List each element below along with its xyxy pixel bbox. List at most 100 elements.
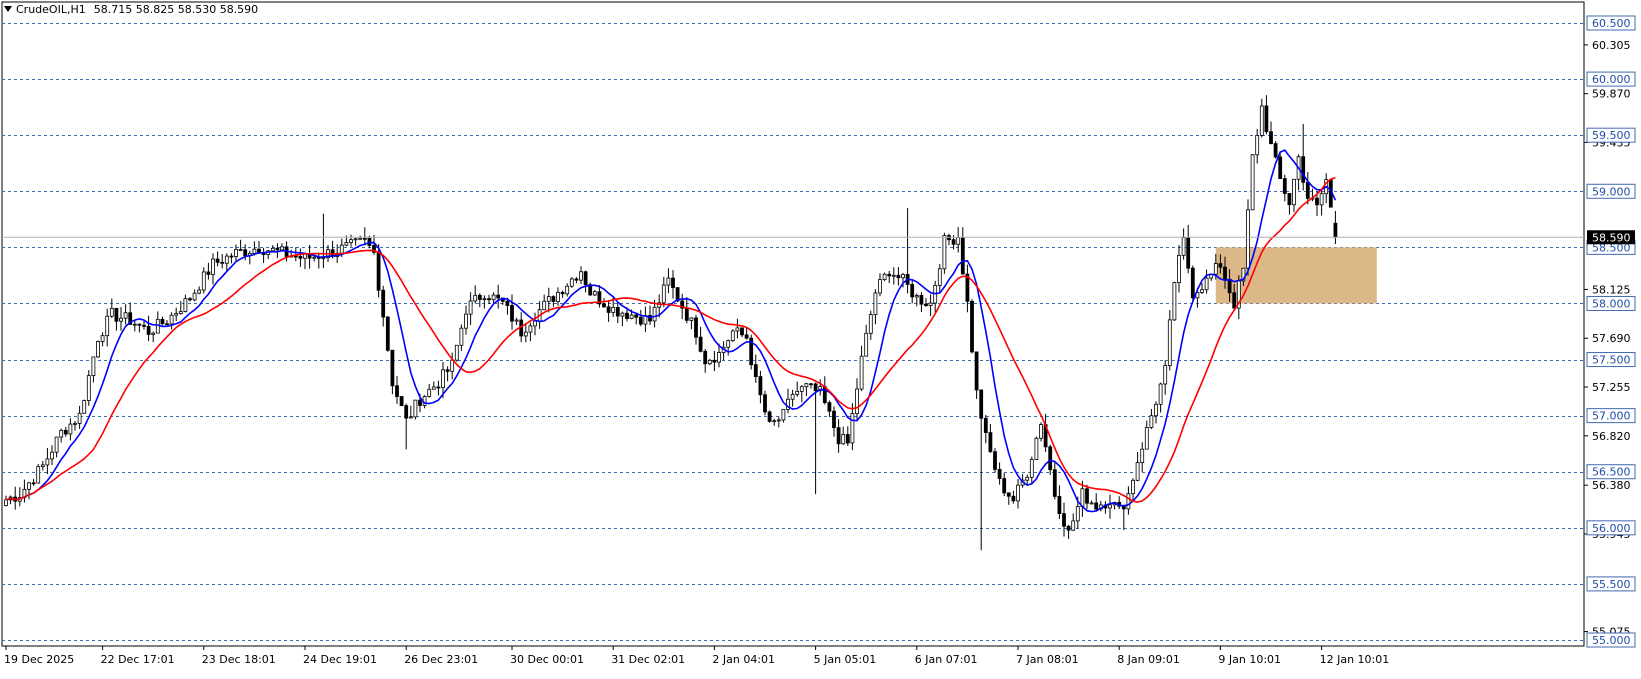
candle-body (68, 423, 73, 435)
x-tick-label: 22 Dec 17:01 (101, 653, 175, 666)
candle-body (1301, 156, 1306, 183)
x-tick-label: 24 Dec 19:01 (303, 653, 377, 666)
candle-body (983, 417, 988, 433)
candle-body (404, 405, 409, 419)
x-tick-label: 30 Dec 00:01 (510, 653, 584, 666)
candle-body (629, 314, 634, 319)
candle-body (59, 429, 64, 438)
candle-body (468, 300, 473, 315)
candle-body (1085, 488, 1089, 504)
candle-body (776, 419, 781, 422)
candle-body (919, 295, 924, 305)
candle-body (1144, 427, 1149, 450)
candle-body (473, 294, 478, 302)
candle-body (546, 296, 551, 302)
x-tick-label: 6 Jan 07:01 (915, 653, 978, 666)
candle-body (1131, 479, 1135, 495)
candle-body (638, 316, 643, 325)
candle-body (96, 341, 100, 358)
x-tick-label: 7 Jan 08:01 (1016, 653, 1079, 666)
x-tick-label: 9 Jan 10:01 (1218, 653, 1281, 666)
candle-body (344, 242, 349, 246)
candle-body (229, 255, 234, 258)
candle-body (1016, 484, 1020, 502)
candle-body (86, 375, 91, 402)
candle-body (836, 427, 841, 445)
candle-body (431, 386, 436, 390)
candle-body (841, 434, 846, 445)
candle-body (252, 248, 257, 254)
candle-body (795, 390, 800, 395)
candle-body (1167, 319, 1172, 366)
candle-body (1333, 222, 1338, 238)
candle-body (615, 306, 620, 317)
candle-body (583, 271, 588, 286)
candle-body (243, 249, 248, 257)
candle-body (1002, 478, 1007, 494)
candle-body (178, 311, 183, 314)
candle-body (813, 383, 818, 392)
y-tick-label: 56.380 (1592, 479, 1631, 492)
candle-body (1163, 365, 1168, 385)
candle-body (1034, 437, 1039, 460)
candle-body (726, 340, 731, 348)
candle-body (27, 482, 31, 490)
candle-body (859, 355, 864, 390)
price-chart[interactable]: 60.30559.87059.43558.12557.69057.25556.8… (0, 0, 1641, 675)
candle-body (799, 386, 804, 392)
candle-body (1080, 488, 1085, 507)
caret-down-icon[interactable] (4, 6, 12, 12)
candle-body (188, 298, 192, 301)
candle-body (569, 278, 574, 287)
candle-body (1172, 282, 1177, 321)
candle-body (625, 312, 629, 319)
candle-body (1057, 496, 1062, 515)
candle-body (298, 255, 303, 259)
candle-body (91, 356, 96, 376)
candle-body (1269, 131, 1273, 144)
candle-body (155, 318, 160, 334)
candle-body (1218, 263, 1223, 268)
candle-body (528, 325, 533, 333)
candle-body (602, 303, 606, 308)
candle-body (767, 411, 772, 422)
candle-body (390, 349, 395, 387)
candle-body (827, 402, 832, 412)
candle-body (82, 400, 87, 414)
candle-body (436, 386, 441, 389)
candle-body (339, 244, 344, 254)
x-tick-label: 19 Dec 2025 (4, 653, 74, 666)
candle-body (399, 396, 404, 407)
current-price-label: 58.590 (1592, 231, 1631, 244)
candle-body (910, 284, 915, 298)
candle-body (275, 247, 280, 251)
candle-body (878, 279, 882, 294)
candle-body (781, 408, 786, 421)
candle-body (1135, 462, 1140, 481)
chart-header: CrudeOIL,H1 58.715 58.825 58.530 58.590 (4, 3, 258, 17)
candle-body (1264, 105, 1269, 133)
candle-body (31, 482, 36, 485)
candle-body (523, 331, 528, 337)
candle-body (671, 277, 675, 288)
candle-body (1232, 292, 1237, 309)
level-label: 60.000 (1592, 73, 1631, 86)
candle-body (1181, 237, 1186, 256)
candle-body (1278, 156, 1283, 179)
candle-body (36, 466, 41, 484)
candle-body (224, 255, 229, 264)
candle-body (574, 278, 579, 281)
candle-body (362, 237, 367, 240)
candle-body (73, 423, 77, 425)
x-tick-label: 12 Jan 10:01 (1320, 653, 1390, 666)
candle-body (413, 399, 418, 418)
candle-body (698, 336, 703, 352)
candle-body (551, 296, 556, 302)
candle-body (109, 307, 114, 317)
candle-body (1259, 105, 1264, 136)
candle-body (408, 416, 413, 419)
candle-body (951, 239, 956, 245)
symbol-label: CrudeOIL,H1 (16, 3, 86, 16)
candle-body (1292, 178, 1296, 206)
candle-body (1075, 506, 1080, 522)
